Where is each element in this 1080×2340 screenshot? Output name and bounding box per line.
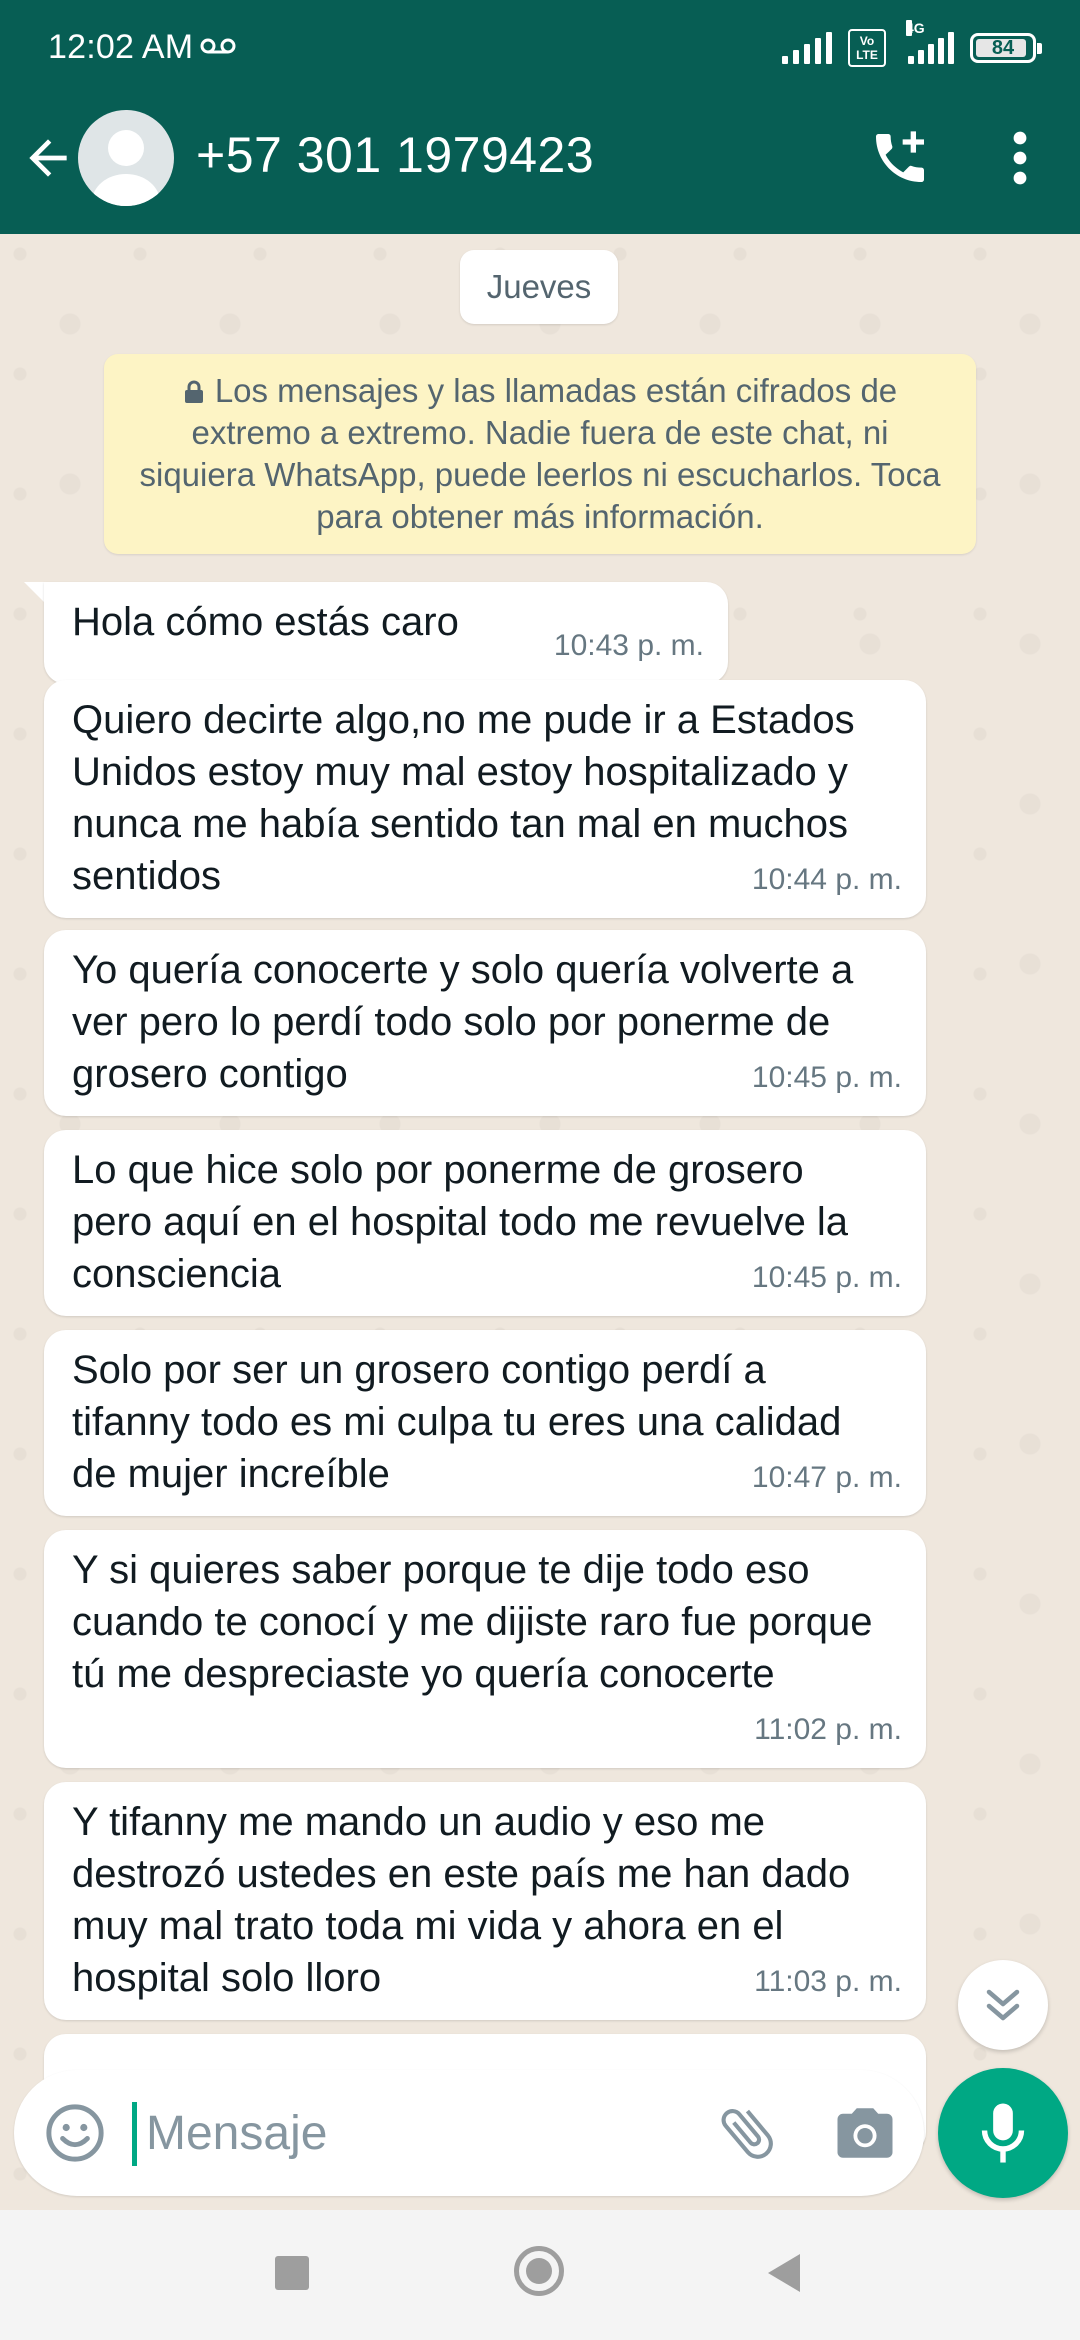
message-time: 10:45 p. m. bbox=[751, 1261, 902, 1294]
chat-area[interactable]: Jueves Los mensajes y las llamadas están… bbox=[0, 234, 1080, 2210]
signal-icon bbox=[782, 32, 832, 64]
contact-name[interactable]: +57 301 1979423 bbox=[196, 126, 594, 184]
scroll-to-bottom-button[interactable] bbox=[958, 1960, 1048, 2050]
signal-4g-icon: 4G bbox=[902, 20, 954, 64]
attach-icon[interactable] bbox=[714, 2100, 780, 2166]
message-time: 10:45 p. m. bbox=[751, 1061, 902, 1094]
back-arrow-icon[interactable] bbox=[20, 130, 76, 186]
status-bar: 12:02 AM Vo LTE 4G 84 bbox=[0, 0, 1080, 96]
add-call-icon[interactable] bbox=[868, 126, 932, 190]
message-bubble[interactable]: Y si quieres saber porque te dije todo e… bbox=[44, 1530, 926, 1768]
message-bubble[interactable]: Quiero decirte algo,no me pude ir a Esta… bbox=[44, 680, 926, 918]
mic-icon bbox=[981, 2103, 1025, 2163]
message-time: 10:43 p. m. bbox=[553, 629, 704, 662]
chat-header: +57 301 1979423 bbox=[0, 96, 1080, 234]
battery-level: 84 bbox=[991, 37, 1015, 59]
double-chevron-down-icon bbox=[986, 1989, 1020, 2021]
emoji-icon[interactable] bbox=[42, 2100, 108, 2166]
top-app-bar: 12:02 AM Vo LTE 4G 84 +57 301 1979423 bbox=[0, 0, 1080, 234]
avatar[interactable] bbox=[78, 110, 174, 206]
encryption-notice[interactable]: Los mensajes y las llamadas están cifrad… bbox=[104, 354, 976, 554]
nav-back-icon[interactable] bbox=[764, 2252, 804, 2294]
battery-icon: 84 bbox=[970, 33, 1042, 63]
message-bubble[interactable]: Solo por ser un grosero contigo perdí a … bbox=[44, 1330, 926, 1516]
message-text: Y si quieres saber porque te dije todo e… bbox=[72, 1548, 873, 1696]
lock-icon bbox=[184, 380, 203, 403]
status-icons: Vo LTE 4G 84 bbox=[782, 20, 1042, 70]
message-input[interactable] bbox=[144, 2092, 668, 2174]
message-time: 11:02 p. m. bbox=[754, 1713, 902, 1746]
message-composer bbox=[14, 2070, 924, 2196]
home-button[interactable] bbox=[514, 2246, 564, 2296]
system-nav-bar bbox=[0, 2210, 1080, 2340]
voice-record-button[interactable] bbox=[938, 2068, 1068, 2198]
date-chip: Jueves bbox=[460, 250, 618, 324]
status-time: 12:02 AM bbox=[48, 28, 194, 66]
volte-icon: Vo LTE bbox=[848, 29, 886, 67]
message-bubble[interactable]: Yo quería conocerte y solo quería volver… bbox=[44, 930, 926, 1116]
more-vert-icon[interactable] bbox=[1000, 128, 1040, 188]
message-bubble[interactable]: Lo que hice solo por ponerme de grosero … bbox=[44, 1130, 926, 1316]
message-bubble[interactable]: Y tifanny me mando un audio y eso me des… bbox=[44, 1782, 926, 2020]
message-bubble[interactable]: Hola cómo estás caro 10:43 p. m. bbox=[44, 582, 728, 684]
network-type: 4G bbox=[906, 20, 925, 36]
encryption-notice-text: Los mensajes y las llamadas están cifrad… bbox=[139, 372, 941, 535]
voicemail-icon bbox=[200, 38, 236, 54]
message-time: 10:44 p. m. bbox=[751, 863, 902, 896]
recents-button[interactable] bbox=[275, 2256, 309, 2290]
message-time: 11:03 p. m. bbox=[754, 1965, 902, 1998]
camera-icon[interactable] bbox=[832, 2100, 898, 2166]
message-time: 10:47 p. m. bbox=[751, 1461, 902, 1494]
text-cursor bbox=[132, 2102, 137, 2166]
default-avatar-icon bbox=[92, 130, 160, 206]
